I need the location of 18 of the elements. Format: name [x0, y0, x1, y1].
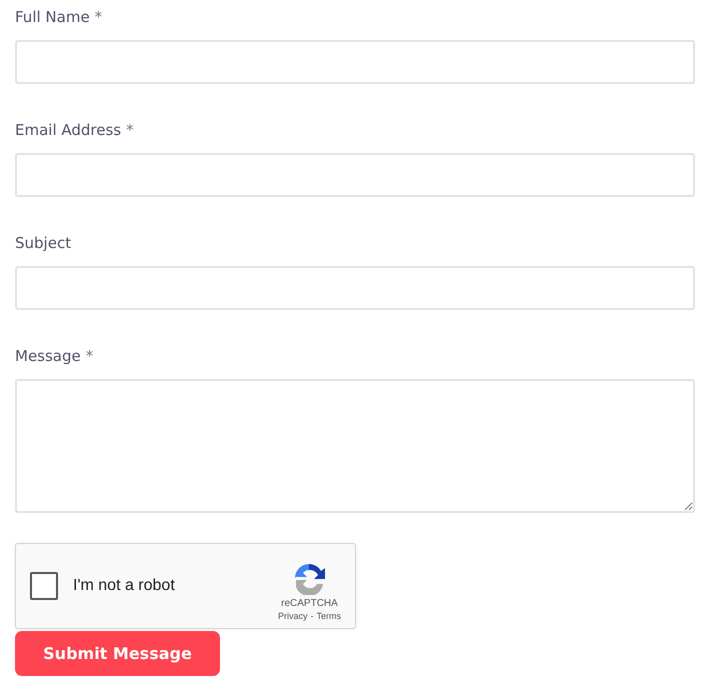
link-separator: - — [310, 611, 314, 621]
field-label: Subject — [15, 234, 72, 252]
required-mark: * — [94, 8, 102, 26]
captcha-label: I'm not a robot — [73, 577, 176, 595]
input-field[interactable] — [15, 40, 695, 84]
field-label: Email Address — [15, 121, 122, 139]
input-field[interactable] — [15, 153, 695, 197]
field-label: Full Name — [15, 8, 90, 26]
input-field[interactable] — [15, 266, 695, 310]
captcha-brand: reCAPTCHA — [281, 598, 338, 609]
privacy-link[interactable]: Privacy — [278, 611, 308, 621]
captcha-checkbox[interactable] — [30, 572, 58, 600]
field-label: Message — [15, 347, 81, 365]
recaptcha-logo-icon — [292, 561, 326, 595]
required-mark: * — [86, 347, 94, 365]
required-mark: * — [126, 121, 134, 139]
terms-link[interactable]: Terms — [316, 611, 341, 621]
message-field[interactable] — [15, 379, 695, 513]
